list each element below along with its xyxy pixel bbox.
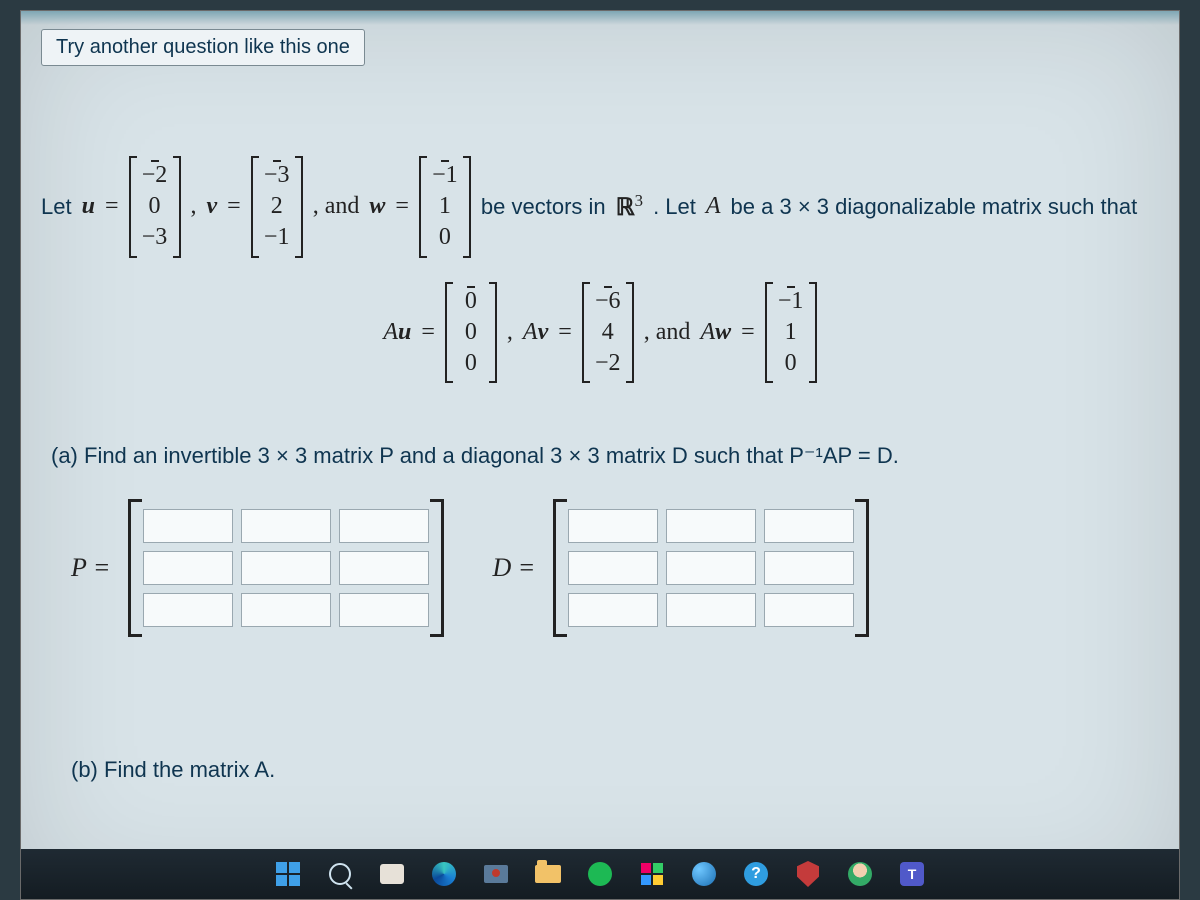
eq2: = (227, 193, 241, 220)
matrix-D (553, 499, 869, 637)
av-2: −2 (594, 348, 622, 379)
d-input-1-0[interactable] (568, 551, 658, 585)
eigen-equations-row: Au = 0 0 0 , Av = −6 4 −2 , and (41, 282, 1159, 384)
avatar-icon[interactable] (845, 859, 875, 889)
start-icon[interactable] (273, 859, 303, 889)
tail-c: be a 3 × 3 diagonalizable matrix such th… (731, 194, 1138, 220)
u-2: −3 (141, 222, 169, 253)
folder-icon[interactable] (533, 859, 563, 889)
u-1: 0 (141, 191, 169, 222)
eq-au: = (421, 319, 435, 346)
vector-Av: −6 4 −2 (582, 282, 634, 384)
v-1: 2 (263, 191, 291, 222)
vector-Aw: −1 1 0 (765, 282, 817, 384)
p-input-2-1[interactable] (241, 593, 331, 627)
help-icon[interactable]: ? (741, 859, 771, 889)
camera-icon[interactable] (481, 859, 511, 889)
d-input-0-2[interactable] (764, 509, 854, 543)
au-0: 0 (457, 286, 485, 317)
symbol-w: w (369, 193, 385, 220)
v-2: −1 (263, 222, 291, 253)
vector-Au: 0 0 0 (445, 282, 497, 384)
try-another-button[interactable]: Try another question like this one (41, 29, 365, 66)
tail-b: . Let (653, 194, 696, 220)
p-input-2-0[interactable] (143, 593, 233, 627)
symbol-A: A (706, 193, 721, 220)
eq-av: = (558, 319, 572, 346)
w-1: 1 (431, 191, 459, 222)
v-0: −3 (263, 160, 291, 191)
aw-2: 0 (777, 348, 805, 379)
grid-icon[interactable] (637, 859, 667, 889)
vector-w: −1 1 0 (419, 156, 471, 258)
d-input-2-0[interactable] (568, 593, 658, 627)
matrix-answer-row: P = D = (71, 499, 1159, 637)
text-let: Let (41, 194, 72, 220)
spotify-icon[interactable] (585, 859, 615, 889)
p-input-2-2[interactable] (339, 593, 429, 627)
teams-icon[interactable]: T (897, 859, 927, 889)
vector-u: −2 0 −3 (129, 156, 181, 258)
label-D: D = (492, 553, 535, 583)
av-1: 4 (594, 317, 622, 348)
d-input-0-0[interactable] (568, 509, 658, 543)
d-input-2-2[interactable] (764, 593, 854, 627)
eq3: = (395, 193, 409, 220)
eq-aw: = (741, 319, 755, 346)
au-1: 0 (457, 317, 485, 348)
d-input-2-1[interactable] (666, 593, 756, 627)
symbol-Au: Au (383, 319, 411, 346)
au-2: 0 (457, 348, 485, 379)
question-content: Try another question like this one Let u… (21, 11, 1179, 783)
p-input-0-1[interactable] (241, 509, 331, 543)
d-input-0-1[interactable] (666, 509, 756, 543)
symbol-v: v (207, 193, 218, 220)
sep-uv: , (191, 193, 197, 220)
chat-icon[interactable] (377, 859, 407, 889)
symbol-Av: Av (523, 319, 548, 346)
tail-a: be vectors in (481, 194, 606, 220)
w-0: −1 (431, 160, 459, 191)
p-input-1-1[interactable] (241, 551, 331, 585)
av-0: −6 (594, 286, 622, 317)
w-2: 0 (431, 222, 459, 253)
window-chrome (21, 11, 1179, 25)
sep-av-aw: , and (644, 319, 691, 346)
r3: ℝ3 (616, 191, 643, 222)
vector-v: −3 2 −1 (251, 156, 303, 258)
matrix-P (128, 499, 444, 637)
p-input-1-2[interactable] (339, 551, 429, 585)
part-a-prompt: (a) Find an invertible 3 × 3 matrix P an… (51, 443, 1159, 469)
sep-vw: , and (313, 193, 360, 220)
symbol-u: u (82, 193, 95, 220)
globe-icon[interactable] (689, 859, 719, 889)
p-input-0-2[interactable] (339, 509, 429, 543)
search-icon[interactable] (325, 859, 355, 889)
part-b-prompt: (b) Find the matrix A. (71, 757, 1159, 783)
u-0: −2 (141, 160, 169, 191)
symbol-Aw: Aw (700, 319, 731, 346)
edge-icon[interactable] (429, 859, 459, 889)
eq1: = (105, 193, 119, 220)
d-input-1-2[interactable] (764, 551, 854, 585)
p-input-1-0[interactable] (143, 551, 233, 585)
d-input-1-1[interactable] (666, 551, 756, 585)
aw-0: −1 (777, 286, 805, 317)
sep-au-av: , (507, 319, 513, 346)
shield-icon[interactable] (793, 859, 823, 889)
vectors-definition-row: Let u = −2 0 −3 , v = −3 2 −1 , and (41, 156, 1159, 258)
p-input-0-0[interactable] (143, 509, 233, 543)
windows-taskbar: ? T (21, 849, 1179, 899)
app-window: Try another question like this one Let u… (20, 10, 1180, 900)
label-P: P = (71, 553, 110, 583)
aw-1: 1 (777, 317, 805, 348)
